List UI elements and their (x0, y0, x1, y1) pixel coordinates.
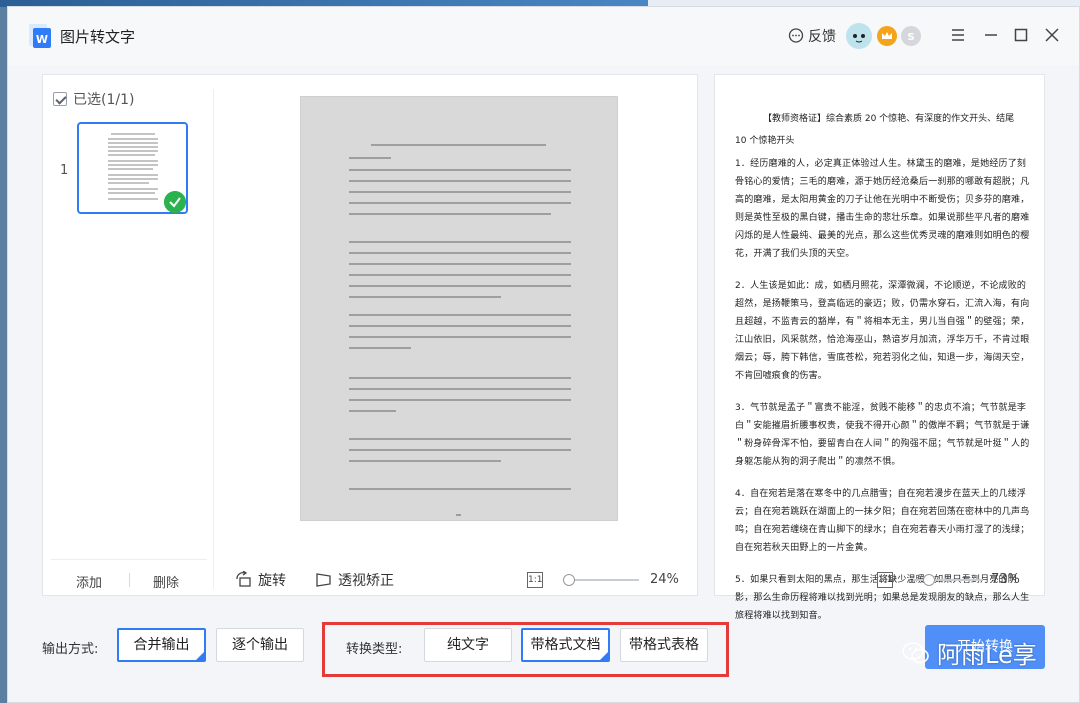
feedback-button[interactable]: 反馈 (788, 26, 836, 46)
result-zoom-slider-handle[interactable] (923, 574, 935, 586)
preview-zoom-slider[interactable] (569, 579, 639, 581)
result-paragraph: 2．人生该是如此：成，如栖月照花，深潭微澜，不论顺逆，不论成败的超然，是扬鞭策马… (735, 281, 1030, 381)
perspective-correction-button[interactable]: 透视矫正 (315, 570, 394, 590)
selected-check-icon (164, 191, 186, 213)
result-text-body[interactable]: 1．经历磨难的人，必定真正体验过人生。林黛玉的磨难，是她经历了刻骨铭心的爱情；三… (735, 155, 1031, 639)
thumbnail-index: 1 (60, 163, 69, 178)
rotate-label: 旋转 (258, 573, 286, 589)
result-subtitle: 10 个惊艳开头 (735, 136, 795, 146)
checkbox-checked-icon (53, 92, 67, 106)
watermark-text: 阿雨Le享 (937, 641, 1037, 669)
result-zoom-value: 73% (991, 572, 1020, 587)
app-title: 图片转文字 (60, 28, 136, 46)
svip-badge[interactable]: S (901, 26, 921, 46)
output-mode-label: 输出方式: (42, 642, 99, 657)
convert-type-label: 转换类型: (346, 642, 403, 657)
delete-button[interactable]: 删除 (153, 572, 179, 591)
result-text-panel: 【教师资格证】综合素质 20 个惊艳、有深度的作文开头、结尾 10 个惊艳开头 … (714, 74, 1045, 621)
select-all-checkbox[interactable]: 已选(1/1) (53, 89, 134, 109)
svg-text:S: S (907, 32, 914, 43)
select-all-label: 已选(1/1) (73, 92, 135, 108)
preview-zoom-slider-handle[interactable] (563, 574, 575, 586)
minimize-icon[interactable] (979, 23, 1003, 47)
image-preview[interactable] (301, 97, 617, 520)
formatted-document-label: 带格式文档 (530, 637, 601, 653)
perspective-icon (316, 573, 331, 587)
feedback-label: 反馈 (808, 29, 836, 45)
merge-output-button[interactable]: 合并输出 (117, 628, 206, 662)
perspective-label: 透视矫正 (338, 573, 394, 589)
close-icon[interactable] (1040, 23, 1064, 47)
formatted-table-label: 带格式表格 (629, 637, 699, 653)
fit-screen-icon[interactable]: 1:1 (527, 572, 543, 588)
preview-zoom-value: 24% (650, 572, 679, 587)
watermark: 阿雨Le享 (901, 635, 1037, 670)
chat-bubble-icon (788, 28, 804, 43)
svg-text:W: W (36, 33, 48, 46)
app-logo-icon: W (29, 24, 51, 48)
menu-icon[interactable] (946, 23, 970, 47)
plain-text-button[interactable]: 纯文字 (424, 628, 512, 662)
panel-divider (213, 89, 214, 589)
plain-text-label: 纯文字 (447, 637, 489, 653)
formatted-document-button[interactable]: 带格式文档 (521, 628, 610, 662)
s-letter-icon: S (907, 32, 914, 43)
rotate-icon (236, 571, 251, 587)
result-fit-icon[interactable]: 1:1 (877, 572, 893, 588)
each-output-button[interactable]: 逐个输出 (216, 628, 304, 662)
result-paragraph: 3．气节就是孟子＂富贵不能淫，贫贱不能移＂的忠贞不渝；气节就是李白＂安能摧眉折腰… (735, 403, 1030, 467)
vip-crown-badge[interactable] (877, 26, 897, 46)
maximize-icon[interactable] (1009, 23, 1033, 47)
wechat-icon (902, 641, 929, 663)
merge-output-label: 合并输出 (133, 637, 190, 653)
user-avatar[interactable] (846, 23, 872, 49)
each-output-label: 逐个输出 (232, 637, 288, 653)
formatted-table-button[interactable]: 带格式表格 (620, 628, 708, 662)
result-paragraph: 4．自在宛若是落在寒冬中的几点腊雪；自在宛若漫步在蓝天上的几缕浮云；自在宛若跳跃… (735, 489, 1030, 553)
add-button[interactable]: 添加 (76, 572, 102, 591)
rotate-button[interactable]: 旋转 (235, 570, 286, 590)
result-paragraph: 1．经历磨难的人，必定真正体验过人生。林黛玉的磨难，是她经历了刻骨铭心的爱情；三… (735, 159, 1030, 259)
image-panel: 已选(1/1) 1 添加 删除 旋转 透视矫正 1:1 24% (42, 74, 698, 596)
action-separator (129, 573, 130, 587)
thumbnail-footer-divider (51, 559, 207, 560)
avatar-face-icon (846, 23, 872, 49)
scanned-document-preview (349, 144, 571, 516)
title-bar: W 图片转文字 反馈 S (8, 7, 1079, 65)
result-title: 【教师资格证】综合素质 20 个惊艳、有深度的作文开头、结尾 (763, 114, 1015, 124)
crown-icon (882, 32, 892, 39)
app-window: W 图片转文字 反馈 S 已选(1/1) 1 添加 删除 旋转 透视矫正 1:1… (7, 6, 1080, 703)
